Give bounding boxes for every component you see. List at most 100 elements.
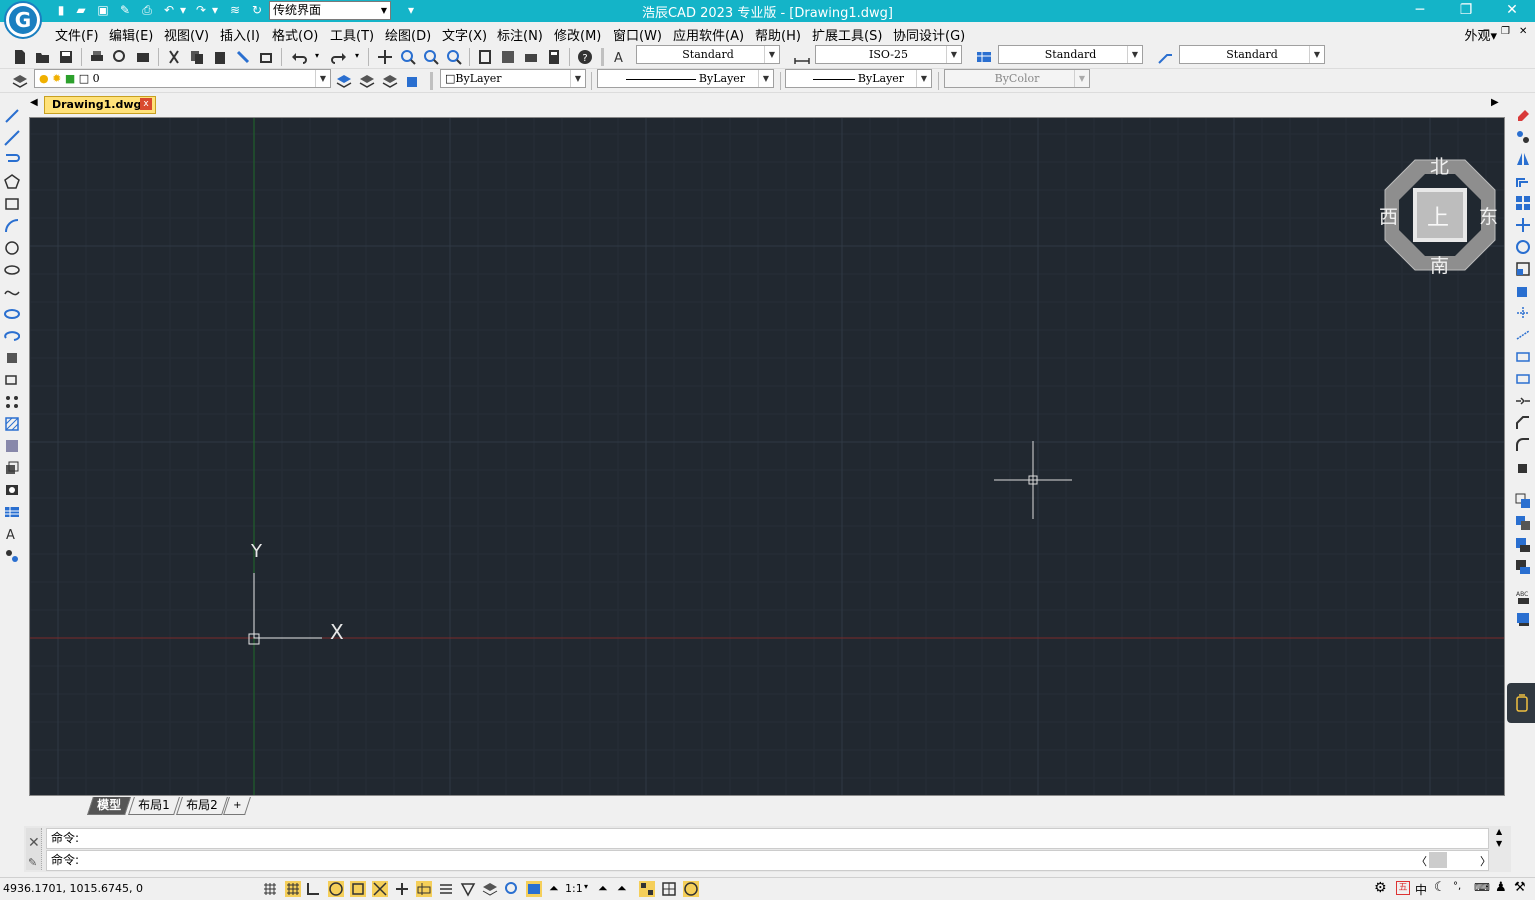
rectangle-icon[interactable]	[4, 196, 20, 212]
command-close-icon[interactable]: ✕	[28, 835, 40, 851]
dim-style-icon[interactable]	[794, 49, 810, 65]
coordinates-readout[interactable]: 4936.1701, 1015.6745, 0	[3, 882, 143, 895]
menu-text[interactable]: 文字(X)	[442, 25, 487, 44]
drawing-canvas[interactable]: Y X 北 南 东 西 上	[29, 117, 1505, 796]
grid-display-icon[interactable]	[285, 881, 301, 897]
annotation-scale[interactable]: 1:1	[565, 882, 583, 895]
design-center-icon[interactable]	[500, 49, 516, 65]
print-icon[interactable]: ⎙	[140, 3, 154, 17]
redo-dropdown-icon[interactable]: ▾	[355, 51, 359, 60]
undo-icon[interactable]	[291, 49, 307, 65]
viewcube-north[interactable]: 北	[1430, 152, 1449, 179]
table-icon[interactable]	[4, 504, 20, 520]
object-tracking-icon[interactable]	[372, 881, 388, 897]
mtext-icon[interactable]: A	[4, 526, 20, 542]
redo-dropdown-icon[interactable]: ▾	[210, 3, 220, 17]
save-icon[interactable]: ▣	[96, 3, 110, 17]
keyboard-icon[interactable]: ⌨	[1474, 881, 1490, 894]
publish-icon[interactable]	[135, 49, 151, 65]
color-select[interactable]: □ByLayer ▼	[440, 69, 586, 88]
command-customize-icon[interactable]: ✎	[28, 856, 37, 869]
paste-icon[interactable]	[212, 49, 228, 65]
user-icon[interactable]: ♟	[1495, 880, 1507, 895]
add-selected-icon[interactable]	[4, 548, 20, 564]
bring-above-icon[interactable]	[1515, 537, 1531, 553]
save-icon[interactable]	[58, 49, 74, 65]
send-under-icon[interactable]	[1515, 559, 1531, 575]
spline-icon[interactable]	[4, 284, 20, 300]
calculator-icon[interactable]	[546, 49, 562, 65]
open-icon[interactable]	[35, 49, 51, 65]
punctuation-icon[interactable]: °,	[1453, 881, 1461, 892]
menu-dimension[interactable]: 标注(N)	[497, 25, 543, 44]
zoom-status-icon[interactable]	[504, 881, 520, 897]
copy-icon[interactable]	[189, 49, 205, 65]
scroll-up-icon[interactable]: ▲	[1496, 827, 1502, 836]
model-space-icon[interactable]	[526, 881, 542, 897]
zoom-previous-icon[interactable]	[446, 49, 462, 65]
extend-icon[interactable]	[1515, 327, 1531, 343]
cut-icon[interactable]	[166, 49, 182, 65]
undo-dropdown-icon[interactable]: ▾	[178, 3, 188, 17]
ortho-icon[interactable]	[305, 881, 321, 897]
menu-file[interactable]: 文件(F)	[55, 25, 99, 44]
menu-view[interactable]: 视图(V)	[164, 25, 209, 44]
hatch-icon[interactable]	[4, 416, 20, 432]
make-block-icon[interactable]	[4, 372, 20, 388]
print-preview-icon[interactable]	[112, 49, 128, 65]
table-style-icon[interactable]	[976, 49, 992, 65]
menu-extensions[interactable]: 扩展工具(S)	[812, 25, 882, 44]
properties-icon[interactable]	[477, 49, 493, 65]
wipeout-icon[interactable]	[4, 482, 20, 498]
layer-previous-icon[interactable]	[359, 73, 375, 89]
restore-button[interactable]: ❐	[1443, 0, 1489, 22]
customize-quick-access-icon[interactable]: ▾	[404, 3, 418, 17]
minimize-button[interactable]: ─	[1397, 0, 1443, 22]
break-icon[interactable]	[1515, 371, 1531, 387]
tab-scroll-right-icon[interactable]: ▶	[1491, 97, 1499, 108]
break-at-point-icon[interactable]	[1515, 349, 1531, 365]
array-icon[interactable]	[1515, 195, 1531, 211]
new-icon[interactable]	[12, 49, 28, 65]
appearance-menu[interactable]: 外观▾	[1464, 25, 1497, 44]
chamfer-icon[interactable]	[1515, 415, 1531, 431]
workspace-select[interactable]: 传统界面 ▼	[269, 1, 391, 20]
pan-icon[interactable]	[377, 49, 393, 65]
text-order-icon[interactable]: ABC	[1515, 589, 1531, 605]
menu-modify[interactable]: 修改(M)	[554, 25, 601, 44]
trim-icon[interactable]	[1515, 305, 1531, 321]
tab-scroll-left-icon[interactable]: ◀	[30, 97, 38, 108]
send-back-icon[interactable]	[1515, 515, 1531, 531]
menu-edit[interactable]: 编辑(E)	[109, 25, 153, 44]
wrench-icon[interactable]: ⚒	[1514, 880, 1526, 895]
menu-insert[interactable]: 插入(I)	[220, 25, 260, 44]
polygon-icon[interactable]	[4, 174, 20, 190]
redo-icon[interactable]: ↷	[194, 3, 208, 17]
selection-cycling-icon[interactable]	[482, 881, 498, 897]
app-logo-icon[interactable]: G	[4, 1, 42, 39]
hatch-order-icon[interactable]	[1515, 611, 1531, 627]
cloud-panel-toggle[interactable]	[1507, 683, 1535, 723]
viewcube-top-face[interactable]: 上	[1427, 200, 1449, 232]
mleader-style-icon[interactable]	[1157, 49, 1173, 65]
new-file-icon[interactable]: ▮	[54, 3, 68, 17]
ellipse-icon[interactable]	[4, 306, 20, 322]
text-style-select[interactable]: Standard ▼	[636, 45, 780, 64]
undo-dropdown-icon[interactable]: ▾	[315, 51, 319, 60]
layers-icon[interactable]: ≋	[228, 3, 242, 17]
revision-cloud-icon[interactable]	[4, 262, 20, 278]
command-input[interactable]: 命令:	[46, 850, 1489, 871]
help-icon[interactable]: ?	[577, 49, 593, 65]
layer-select[interactable]: ● ✹ ■ □ 0 ▼	[34, 69, 331, 88]
menu-collaborate[interactable]: 协同设计(G)	[893, 25, 965, 44]
layer-isolate-icon[interactable]	[405, 73, 421, 89]
dynamic-input-icon[interactable]	[416, 881, 432, 897]
mleader-style-select[interactable]: Standard ▼	[1179, 45, 1325, 64]
viewcube-east[interactable]: 东	[1479, 202, 1498, 229]
moon-icon[interactable]: ☾	[1434, 880, 1446, 895]
chevron-down-icon[interactable]: ▾	[584, 882, 588, 891]
layer-states-icon[interactable]	[382, 73, 398, 89]
circle-icon[interactable]	[4, 240, 20, 256]
viewcube-south[interactable]: 南	[1430, 251, 1449, 278]
move-icon[interactable]	[1515, 217, 1531, 233]
